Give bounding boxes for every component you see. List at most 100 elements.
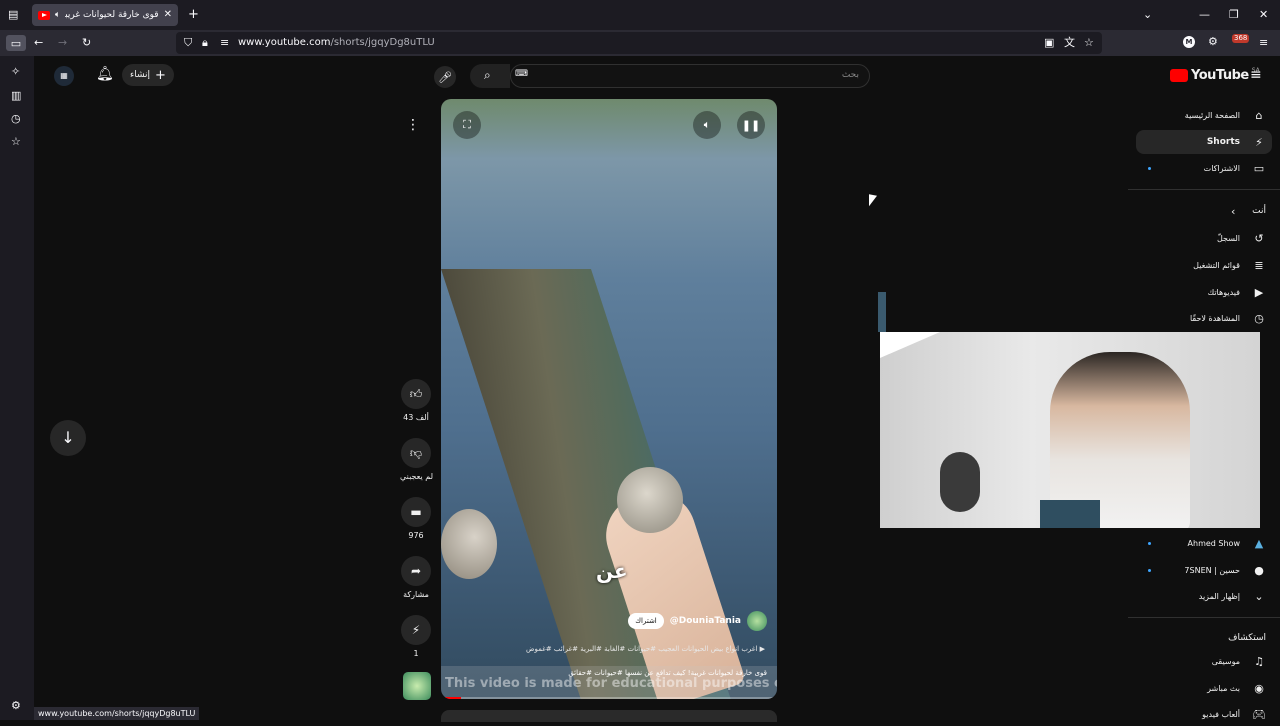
browser-tab[interactable]: 🔈︎ قوى خارقة لحيوانات غريبة! ✕ — [32, 4, 178, 26]
nav-sub-ahmed-show[interactable]: Ahmed Show ▲ — [1136, 531, 1272, 555]
share-icon[interactable]: ➦ — [401, 556, 431, 586]
nav-your-videos[interactable]: فيديوهاتك ▶ — [1136, 280, 1272, 304]
like-count: 43 ألف — [403, 413, 429, 422]
nav-gaming[interactable]: ألعاب فيديو 🎮︎ — [1136, 702, 1272, 726]
home-icon: ⌂ — [1255, 108, 1263, 122]
nav-playlists[interactable]: قوائم التشغيل ≣ — [1136, 253, 1272, 277]
notifications-bell-icon[interactable]: 🔔︎ — [96, 67, 114, 81]
nav-shorts[interactable]: Shorts ⚡︎ — [1136, 130, 1272, 154]
comments-action[interactable]: ▬ 976 — [400, 497, 432, 540]
microphone-icon[interactable]: 🎤︎ — [434, 66, 456, 88]
channel-name[interactable]: @DouniaTania — [670, 616, 741, 626]
channel-avatar-icon: ▲ — [1254, 536, 1264, 550]
share-action[interactable]: ➦ مشاركة — [400, 556, 432, 599]
nav-explore-label: استكشاف — [1228, 633, 1266, 643]
permissions-icon[interactable]: ≡ — [220, 37, 229, 48]
new-tab-icon[interactable]: + — [188, 8, 199, 21]
search-input[interactable]: ⌨ بحث — [510, 64, 870, 88]
close-window-icon[interactable]: ✕ — [1259, 9, 1268, 20]
more-options-icon[interactable]: ⋮ — [406, 118, 420, 132]
bookmarks-icon[interactable]: ☆ — [11, 136, 21, 147]
sidebar-toggle-icon[interactable]: ▭ — [6, 35, 26, 51]
avatar[interactable]: ▦ — [54, 66, 74, 86]
history-icon[interactable]: ◷ — [11, 113, 21, 124]
extension-badge-icon[interactable]: 368 — [1232, 34, 1250, 43]
bookmark-star-icon[interactable]: ☆ — [1084, 37, 1094, 48]
menu-icon[interactable]: ≡ — [1259, 37, 1268, 48]
create-label: إنشاء — [130, 70, 151, 80]
shield-icon[interactable]: ⛉ — [184, 37, 192, 48]
progress-bar[interactable] — [441, 697, 777, 699]
video-description[interactable]: ▶ اغرب انواع بيض الحيوانات العجيب #حيوان… — [526, 645, 765, 653]
reload-icon[interactable]: ↻ — [82, 37, 91, 48]
sound-thumbnail[interactable] — [403, 672, 431, 700]
webcam-overlay — [880, 332, 1260, 528]
search-placeholder: بحث — [841, 70, 859, 80]
history-icon: ↺ — [1254, 231, 1264, 245]
share-label: مشاركة — [403, 590, 429, 599]
close-tab-icon[interactable]: ✕ — [164, 10, 172, 20]
dislike-icon[interactable]: 👎︎ — [401, 438, 431, 468]
comment-count: 976 — [408, 531, 424, 540]
nav-history[interactable]: السجلّ ↺ — [1136, 226, 1272, 250]
nav-you[interactable]: أنت ‹ — [1136, 199, 1272, 223]
forward-icon[interactable]: → — [58, 37, 67, 48]
nav-playlists-label: قوائم التشغيل — [1193, 260, 1240, 270]
chevron-down-icon[interactable]: ⌄ — [1143, 9, 1152, 20]
remix-action[interactable]: ⚡︎ 1 — [400, 615, 432, 658]
nav-show-more[interactable]: إظهار المزيد ⌄ — [1136, 584, 1272, 608]
lock-icon[interactable]: 🔒︎ — [202, 37, 208, 48]
comment-icon[interactable]: ▬ — [401, 497, 431, 527]
remix-icon[interactable]: ⚡︎ — [401, 615, 431, 645]
search-button[interactable]: ⌕ — [470, 64, 510, 88]
url-host: www.youtube.com — [238, 37, 331, 48]
banner-text: This video is made for educational purpo… — [445, 676, 777, 691]
keyboard-icon[interactable]: ⌨ — [515, 70, 528, 79]
live-dot — [1148, 569, 1151, 572]
settings-icon[interactable]: ⚙ — [11, 700, 21, 711]
back-icon[interactable]: ← — [34, 37, 43, 48]
channel-avatar-icon: ● — [1254, 563, 1264, 577]
pause-icon[interactable]: ❚❚ — [737, 111, 765, 139]
nav-live[interactable]: بث مباشر ◉ — [1136, 676, 1272, 700]
nav-sub-7snen[interactable]: 7SNEN | حسين ● — [1136, 558, 1272, 582]
speaker-icon[interactable]: 🔈︎ — [55, 10, 60, 20]
guide-divider — [1128, 617, 1280, 618]
play-triangle-icon: ▶ — [757, 645, 765, 653]
webcam-logo — [1040, 500, 1100, 528]
translate-icon[interactable]: 文 — [1064, 37, 1075, 48]
like-action[interactable]: 👍︎ 43 ألف — [400, 379, 432, 422]
remix-count: 1 — [413, 649, 419, 658]
minimize-icon[interactable]: — — [1199, 9, 1210, 20]
nav-sub1-label: Ahmed Show — [1187, 538, 1240, 548]
fullscreen-icon[interactable]: ⛶ — [453, 111, 481, 139]
short-video-player[interactable]: ⛶ 🔈︎ ❚❚ عن اشتراك @DouniaTania ▶ اغرب ان… — [441, 99, 777, 699]
nav-music[interactable]: موسيقى ♫ — [1136, 649, 1272, 673]
nav-home[interactable]: الصفحة الرئيسية ⌂ — [1136, 103, 1272, 127]
extensions-icon[interactable]: ⚙ — [1208, 36, 1218, 47]
nav-sub2-label: 7SNEN | حسين — [1184, 565, 1240, 575]
dislike-action[interactable]: 👎︎ لم يعجبني — [400, 438, 433, 481]
webcam-corner-shape — [880, 332, 940, 358]
microphone-image — [940, 452, 980, 512]
pip-icon[interactable]: ▣ — [1044, 37, 1054, 48]
like-icon[interactable]: 👍︎ — [401, 379, 431, 409]
nav-explore: استكشاف — [1136, 626, 1272, 650]
nav-subscriptions[interactable]: الاشتراكات ▭ — [1136, 156, 1272, 180]
maximize-icon[interactable]: ❐ — [1229, 9, 1239, 20]
volume-icon[interactable]: 🔈︎ — [693, 111, 721, 139]
tab-list-icon[interactable]: ▤ — [8, 9, 18, 20]
ai-chat-icon[interactable]: ✧ — [11, 66, 20, 77]
clock-icon: ◷ — [1254, 311, 1264, 325]
url-text: www.youtube.com/shorts/jgqyDg8uTLU — [238, 37, 435, 48]
channel-row: اشتراك @DouniaTania — [628, 611, 767, 631]
synced-tabs-icon[interactable]: ▥ — [11, 90, 21, 101]
channel-avatar[interactable] — [747, 611, 767, 631]
nav-watch-later[interactable]: المشاهدة لاحقًا ◷ — [1136, 306, 1272, 330]
progress-fill — [441, 697, 462, 699]
create-button[interactable]: إنشاء + — [122, 64, 174, 86]
subscribe-button[interactable]: اشتراك — [628, 613, 664, 629]
next-short-arrow-icon[interactable]: ↓ — [50, 420, 86, 456]
account-icon[interactable]: M — [1183, 36, 1195, 48]
url-bar[interactable]: ⛉ 🔒︎ ≡ www.youtube.com/shorts/jgqyDg8uTL… — [176, 32, 1102, 54]
